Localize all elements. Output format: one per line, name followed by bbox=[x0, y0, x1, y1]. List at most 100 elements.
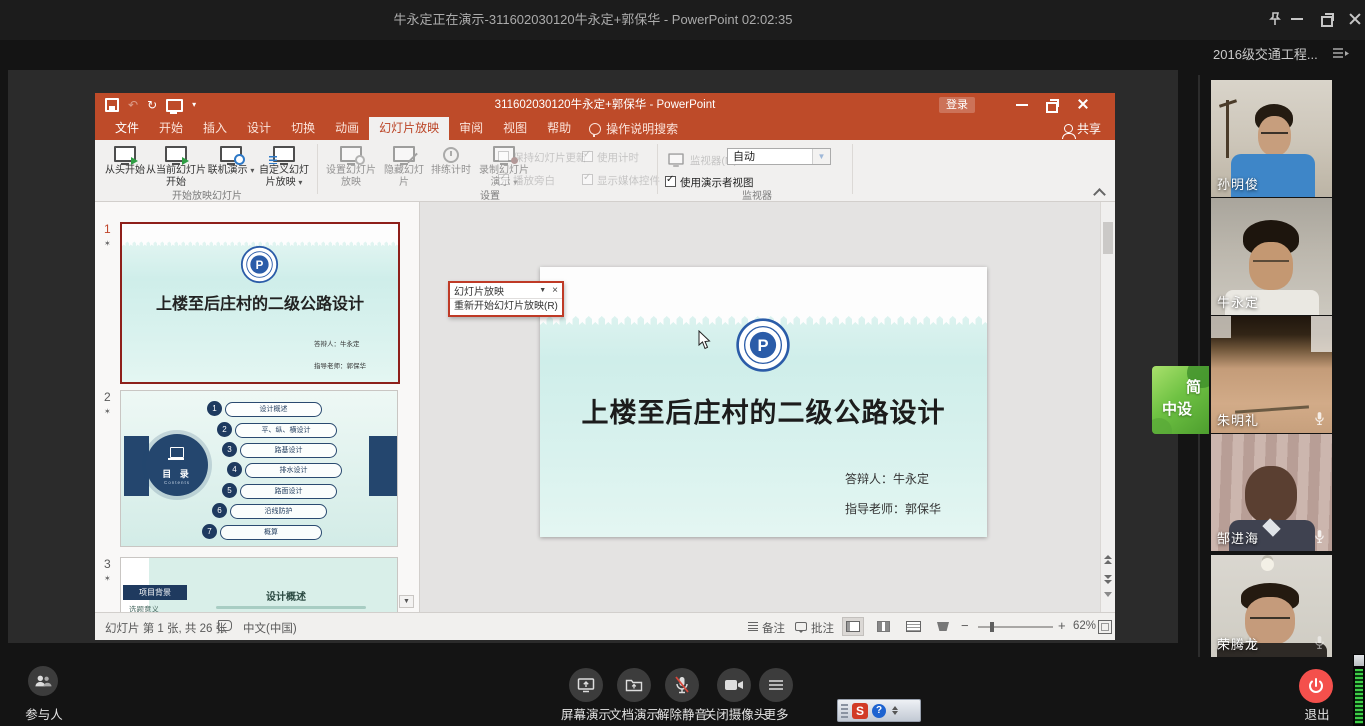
tab-design[interactable]: 设计 bbox=[237, 117, 281, 140]
present-online-button[interactable]: 联机演示 bbox=[207, 145, 255, 177]
pane-scroll-down-icon[interactable]: ▼ bbox=[399, 595, 414, 608]
notes-toggle[interactable]: 备注 bbox=[748, 620, 785, 636]
meeting-room-name[interactable]: 2016级交通工程... bbox=[1213, 44, 1318, 63]
normal-view-button[interactable] bbox=[842, 617, 864, 636]
slide-thumbnail-1[interactable]: P 上楼至后庄村的二级公路设计 答辩人：牛永定 指导老师：郭保华 bbox=[120, 222, 400, 384]
pin-icon[interactable] bbox=[1266, 10, 1284, 28]
checkbox-use-timings[interactable]: 使用计时 bbox=[582, 150, 639, 165]
zoom-out-button[interactable]: − bbox=[961, 618, 969, 633]
hide-slide-button[interactable]: 隐藏幻灯片 bbox=[381, 145, 427, 189]
scrollbar-thumb[interactable] bbox=[1103, 222, 1113, 254]
checkbox-play-narrations[interactable]: 播放旁白 bbox=[498, 173, 555, 188]
monitor-pen-icon bbox=[393, 146, 415, 162]
reading-view-button[interactable] bbox=[902, 617, 924, 636]
minimize-button[interactable] bbox=[1288, 10, 1306, 28]
checkbox-show-media-controls[interactable]: 显示媒体控件 bbox=[582, 173, 660, 188]
zoom-in-button[interactable]: + bbox=[1058, 618, 1066, 633]
doc-share-button[interactable] bbox=[617, 668, 651, 702]
share-button[interactable]: 共享 bbox=[1050, 117, 1115, 140]
exit-button[interactable] bbox=[1299, 669, 1333, 703]
setup-slideshow-button[interactable]: 设置幻灯片放映 bbox=[323, 145, 379, 189]
participant-video-tile[interactable]: 荣腾龙 bbox=[1211, 555, 1332, 657]
participant-video-tile[interactable]: 孙明俊 bbox=[1211, 80, 1332, 197]
ppt-close-button[interactable] bbox=[1075, 96, 1093, 114]
snagit-icon[interactable]: S bbox=[852, 703, 868, 719]
close-button[interactable] bbox=[1346, 10, 1364, 28]
tell-me-search[interactable]: 操作说明搜索 bbox=[581, 117, 686, 140]
chevron-down-icon[interactable]: ▼ bbox=[812, 149, 830, 164]
qat-caret-icon[interactable]: ▾ bbox=[192, 101, 196, 109]
monitor-dropdown[interactable]: 自动 ▼ bbox=[727, 148, 831, 165]
tab-view[interactable]: 视图 bbox=[493, 117, 537, 140]
tab-animations[interactable]: 动画 bbox=[325, 117, 369, 140]
slide-canvas[interactable]: P 上楼至后庄村的二级公路设计 答辩人：牛永定 指导老师：郭保华 bbox=[540, 267, 987, 537]
toolbar-arrows-icon[interactable] bbox=[892, 706, 898, 715]
spellcheck-icon[interactable] bbox=[218, 620, 232, 634]
tab-help[interactable]: 帮助 bbox=[537, 117, 581, 140]
custom-slideshow-button[interactable]: 自定义幻灯片放映 bbox=[255, 145, 313, 189]
drag-handle-icon[interactable] bbox=[841, 704, 848, 718]
screen-share-icon bbox=[577, 677, 595, 693]
slide-sorter-view-button[interactable] bbox=[872, 617, 894, 636]
quick-access-toolbar: ↶ ↻ ▾ bbox=[105, 93, 196, 117]
participant-list-icon[interactable] bbox=[1332, 47, 1349, 60]
next-slide-button[interactable] bbox=[1104, 574, 1112, 585]
undo-icon[interactable]: ↶ bbox=[128, 99, 138, 111]
group-label-start-slideshow: 开始放映幻灯片 bbox=[107, 187, 307, 202]
meeting-app-window: 牛永定正在演示-311602030120牛永定+郭保华 - PowerPoint… bbox=[0, 0, 1365, 726]
monitor-icon bbox=[668, 153, 683, 164]
ppt-titlebar: 311602030120牛永定+郭保华 - PowerPoint ↶ ↻ ▾ 登… bbox=[95, 93, 1115, 117]
participant-video-tile[interactable]: 牛永定 bbox=[1211, 198, 1332, 315]
mouse-cursor bbox=[698, 330, 712, 350]
participant-video-tile[interactable]: 朱明礼 bbox=[1211, 316, 1332, 433]
tab-transitions[interactable]: 切换 bbox=[281, 117, 325, 140]
redo-icon[interactable]: ↻ bbox=[147, 99, 157, 111]
powerpoint-window: 311602030120牛永定+郭保华 - PowerPoint ↶ ↻ ▾ 登… bbox=[95, 93, 1115, 640]
meeting-title: 牛永定正在演示-311602030120牛永定+郭保华 - PowerPoint… bbox=[0, 0, 1186, 40]
restart-slideshow-item[interactable]: 重新开始幻灯片放映(R) bbox=[450, 299, 562, 315]
ppt-restore-button[interactable] bbox=[1043, 96, 1061, 114]
screen-share-button[interactable] bbox=[569, 668, 603, 702]
tab-file[interactable]: 文件 bbox=[105, 117, 149, 140]
language-indicator[interactable]: 中文(中国) bbox=[243, 620, 297, 636]
normal-view-icon bbox=[846, 621, 860, 632]
zoom-slider-thumb[interactable] bbox=[990, 622, 994, 632]
tab-slideshow[interactable]: 幻灯片放映 bbox=[369, 117, 449, 140]
fit-to-window-icon[interactable] bbox=[1098, 620, 1112, 634]
camera-off-button[interactable] bbox=[717, 668, 751, 702]
slide-thumbnail-3[interactable]: 项目背景 选题意义 设计概述 bbox=[120, 557, 398, 612]
popup-caret-icon[interactable]: ▼ bbox=[539, 287, 546, 294]
collapse-ribbon-icon[interactable] bbox=[1093, 188, 1106, 201]
tab-home[interactable]: 开始 bbox=[149, 117, 193, 140]
folder-share-icon bbox=[625, 677, 643, 693]
from-current-slide-button[interactable]: 从当前幻灯片开始 bbox=[145, 145, 207, 189]
tab-review[interactable]: 审阅 bbox=[449, 117, 493, 140]
participant-name: 郜进海 bbox=[1217, 528, 1259, 547]
popup-close-icon[interactable]: × bbox=[552, 285, 558, 296]
ppt-minimize-button[interactable] bbox=[1013, 96, 1031, 114]
editor-scrollbar[interactable] bbox=[1100, 202, 1115, 612]
popup-title: 幻灯片放映 bbox=[454, 283, 504, 298]
checkbox-keep-slides-updated[interactable]: 保持幻灯片更新 bbox=[498, 150, 587, 165]
mic-icon bbox=[1314, 635, 1325, 650]
participant-video-tile[interactable]: 郜进海 bbox=[1211, 434, 1332, 551]
login-button[interactable]: 登录 bbox=[939, 97, 975, 113]
restore-button[interactable] bbox=[1318, 10, 1336, 28]
zoom-level[interactable]: 62% bbox=[1073, 620, 1096, 632]
save-icon[interactable] bbox=[105, 98, 119, 112]
participants-button[interactable] bbox=[28, 666, 58, 696]
previous-slide-button[interactable] bbox=[1104, 554, 1112, 565]
slideshow-view-button[interactable] bbox=[932, 617, 954, 636]
tab-insert[interactable]: 插入 bbox=[193, 117, 237, 140]
more-button[interactable] bbox=[759, 668, 793, 702]
slideshow-icon[interactable] bbox=[166, 99, 183, 112]
comments-toggle[interactable]: 批注 bbox=[795, 620, 834, 636]
watermark-badge: 简 中设 bbox=[1152, 366, 1209, 434]
slide-thumbnail-2[interactable]: 目 录 Contents 1设计概述 2平、纵、横设计 3路基设计 4排水设计 … bbox=[120, 390, 398, 547]
unmute-button[interactable] bbox=[665, 668, 699, 702]
rehearse-timings-button[interactable]: 排练计时 bbox=[428, 145, 474, 177]
help-icon[interactable]: ? bbox=[872, 704, 886, 718]
mic-icon bbox=[1314, 529, 1325, 544]
from-beginning-button[interactable]: 从头开始 bbox=[105, 145, 145, 177]
screenshot-toolbar[interactable]: S ? bbox=[837, 699, 921, 722]
